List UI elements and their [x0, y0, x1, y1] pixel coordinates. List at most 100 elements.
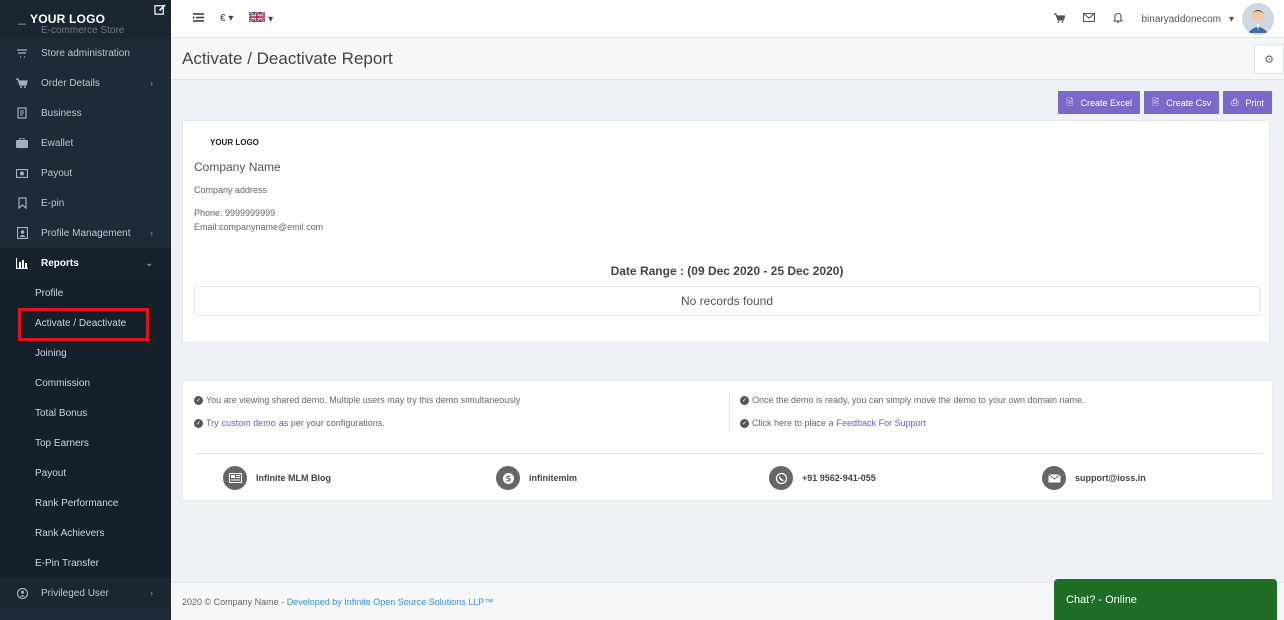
uk-flag-icon — [248, 11, 266, 23]
envelope-icon — [1042, 466, 1066, 490]
chevron-right-icon: › — [150, 228, 153, 238]
sidebar-item-label: E-commerce Store — [41, 24, 125, 36]
report-card: YOUR LOGO Company Name Company address P… — [182, 120, 1270, 343]
sidebar-subitem-label: Activate / Deactivate — [35, 317, 127, 329]
reports-submenu: Profile Activate / Deactivate Joining Co… — [0, 278, 171, 578]
sidebar-subitem-top-earners[interactable]: Top Earners — [0, 428, 171, 458]
chat-widget[interactable]: Chat? - Online — [1054, 579, 1277, 620]
sidebar-subitem-payout[interactable]: Payout — [0, 458, 171, 488]
sidebar-subitem-total-bonus[interactable]: Total Bonus — [0, 398, 171, 428]
sidebar-item-order-details[interactable]: Order Details › — [0, 68, 171, 98]
page-header: Activate / Deactivate Report ⚙ — [171, 38, 1284, 80]
sidebar-subitem-activate-deactivate[interactable]: Activate / Deactivate — [0, 308, 171, 341]
divider — [195, 453, 1263, 454]
sidebar-item-epin[interactable]: E-pin — [0, 188, 171, 218]
sidebar-item-label: Privileged User — [41, 587, 109, 599]
sidebar-item-label: Payout — [41, 167, 73, 179]
edit-icon[interactable] — [154, 3, 167, 16]
sidebar-subitem-rank-achievers[interactable]: Rank Achievers — [0, 518, 171, 548]
sidebar-item-label: Business — [41, 107, 82, 119]
profile-card-icon — [16, 227, 28, 239]
gear-icon: ⚙ — [1264, 53, 1274, 66]
info-text: Try — [206, 418, 219, 428]
check-circle-icon: ✓ — [740, 418, 749, 428]
sidebar-item-label: Order Details — [41, 77, 100, 89]
chevron-down-icon: ⌄ — [145, 258, 153, 268]
sidebar-item-payout[interactable]: Payout — [0, 158, 171, 188]
sidebar-item-ewallet[interactable]: Ewallet — [0, 128, 171, 158]
company-email: Email:companyname@emil.com — [194, 222, 324, 232]
sidebar-item-label: E-pin — [41, 197, 65, 209]
file-icon: 🗎 — [1152, 96, 1160, 107]
check-circle-icon: ✓ — [194, 395, 203, 405]
footer-text: 2020 © Company Name - Developed by Infin… — [182, 597, 493, 607]
sidebar-item-label: Ewallet — [41, 137, 74, 149]
sidebar-item-reports[interactable]: Reports ⌄ — [0, 248, 171, 278]
sidebar-item-business[interactable]: Business — [0, 98, 171, 128]
sidebar-nav: ▔ E-commerce Store Store administration … — [0, 25, 171, 608]
svg-text:S: S — [505, 474, 511, 483]
info-line-shared-demo: ✓ You are viewing shared demo. Multiple … — [194, 395, 520, 405]
printer-icon: ⎙ — [1231, 97, 1239, 107]
top-bar-left: € ▾ ▾ — [171, 11, 274, 25]
info-line-feedback: ✓ Click here to place a Feedback For Sup… — [740, 418, 926, 428]
sidebar-subitem-epin-transfer[interactable]: E-Pin Transfer — [0, 548, 171, 578]
cart-icon — [16, 77, 28, 89]
info-text: as per your configurations. — [278, 418, 385, 428]
button-label: Create Excel — [1080, 97, 1133, 108]
sidebar-item-ecommerce-store[interactable]: ▔ E-commerce Store — [0, 22, 171, 38]
username: binaryaddonecom — [1141, 13, 1221, 25]
currency-symbol: € — [220, 13, 226, 24]
info-text: Once the demo is ready, you can simply m… — [752, 395, 1085, 405]
sidebar-item-store-administration[interactable]: Store administration — [0, 38, 171, 68]
caret-down-icon: ▾ — [268, 14, 274, 25]
button-label: Create Csv — [1166, 97, 1212, 108]
create-excel-button[interactable]: 🗎 Create Excel — [1058, 91, 1141, 114]
sidebar-subitem-commission[interactable]: Commission — [0, 368, 171, 398]
sidebar-item-label: Reports — [41, 257, 79, 269]
date-range: Date Range : (09 Dec 2020 - 25 Dec 2020) — [610, 264, 844, 278]
report-logo: YOUR LOGO — [210, 138, 259, 147]
sidebar-item-profile-management[interactable]: Profile Management › — [0, 218, 171, 248]
newspaper-icon — [223, 466, 247, 490]
sidebar-subitem-joining[interactable]: Joining — [0, 338, 171, 368]
report-actions: 🗎 Create Excel 🗎 Create Csv ⎙ Print — [1058, 91, 1272, 114]
check-circle-icon: ✓ — [740, 395, 749, 405]
info-text: Click here to place a — [752, 418, 834, 428]
cart-icon: ▔ — [18, 24, 26, 36]
language-dropdown[interactable]: ▾ — [248, 11, 274, 25]
feedback-link[interactable]: Feedback For Support — [837, 418, 927, 428]
user-menu[interactable]: binaryaddonecom ▾ — [1141, 3, 1274, 35]
developer-link[interactable]: Developed by Infinite Open Source Soluti… — [287, 597, 494, 607]
contact-skype[interactable]: S infinitemlm — [496, 466, 577, 490]
copyright: 2020 © Company Name - — [182, 597, 287, 607]
page-title: Activate / Deactivate Report — [182, 49, 393, 68]
demo-info-card: ✓ You are viewing shared demo. Multiple … — [182, 380, 1273, 501]
bookmark-icon — [16, 197, 28, 209]
sidebar-item-label: Store administration — [41, 47, 130, 59]
bell-icon[interactable] — [1113, 12, 1124, 26]
user-icon — [16, 587, 28, 599]
mail-icon[interactable] — [1083, 12, 1096, 25]
sidebar: YOUR LOGO ▔ E-commerce Store Store admin… — [0, 0, 171, 620]
sidebar-item-privileged-user[interactable]: Privileged User › — [0, 578, 171, 608]
menu-toggle-icon[interactable] — [193, 12, 204, 25]
sidebar-subitem-profile[interactable]: Profile — [0, 278, 171, 308]
sidebar-subitem-rank-performance[interactable]: Rank Performance — [0, 488, 171, 518]
chevron-right-icon: › — [150, 588, 153, 598]
document-icon — [16, 107, 28, 119]
contact-blog[interactable]: Infinite MLM Blog — [223, 466, 331, 490]
currency-dropdown[interactable]: € ▾ — [220, 13, 233, 24]
create-csv-button[interactable]: 🗎 Create Csv — [1144, 91, 1220, 114]
chevron-right-icon: › — [150, 78, 153, 88]
contact-email[interactable]: support@ioss.in — [1042, 466, 1146, 490]
custom-demo-link[interactable]: custom demo — [222, 418, 276, 428]
skype-icon: S — [496, 466, 520, 490]
cart-arrow-icon — [16, 47, 28, 59]
contact-label: infinitemlm — [529, 473, 578, 483]
cart-icon[interactable] — [1054, 12, 1066, 26]
contact-phone[interactable]: +91 9562-941-055 — [769, 466, 876, 490]
settings-button[interactable]: ⚙ — [1254, 44, 1284, 74]
print-button[interactable]: ⎙ Print — [1223, 91, 1272, 114]
sidebar-item-label: Profile Management — [41, 227, 131, 239]
